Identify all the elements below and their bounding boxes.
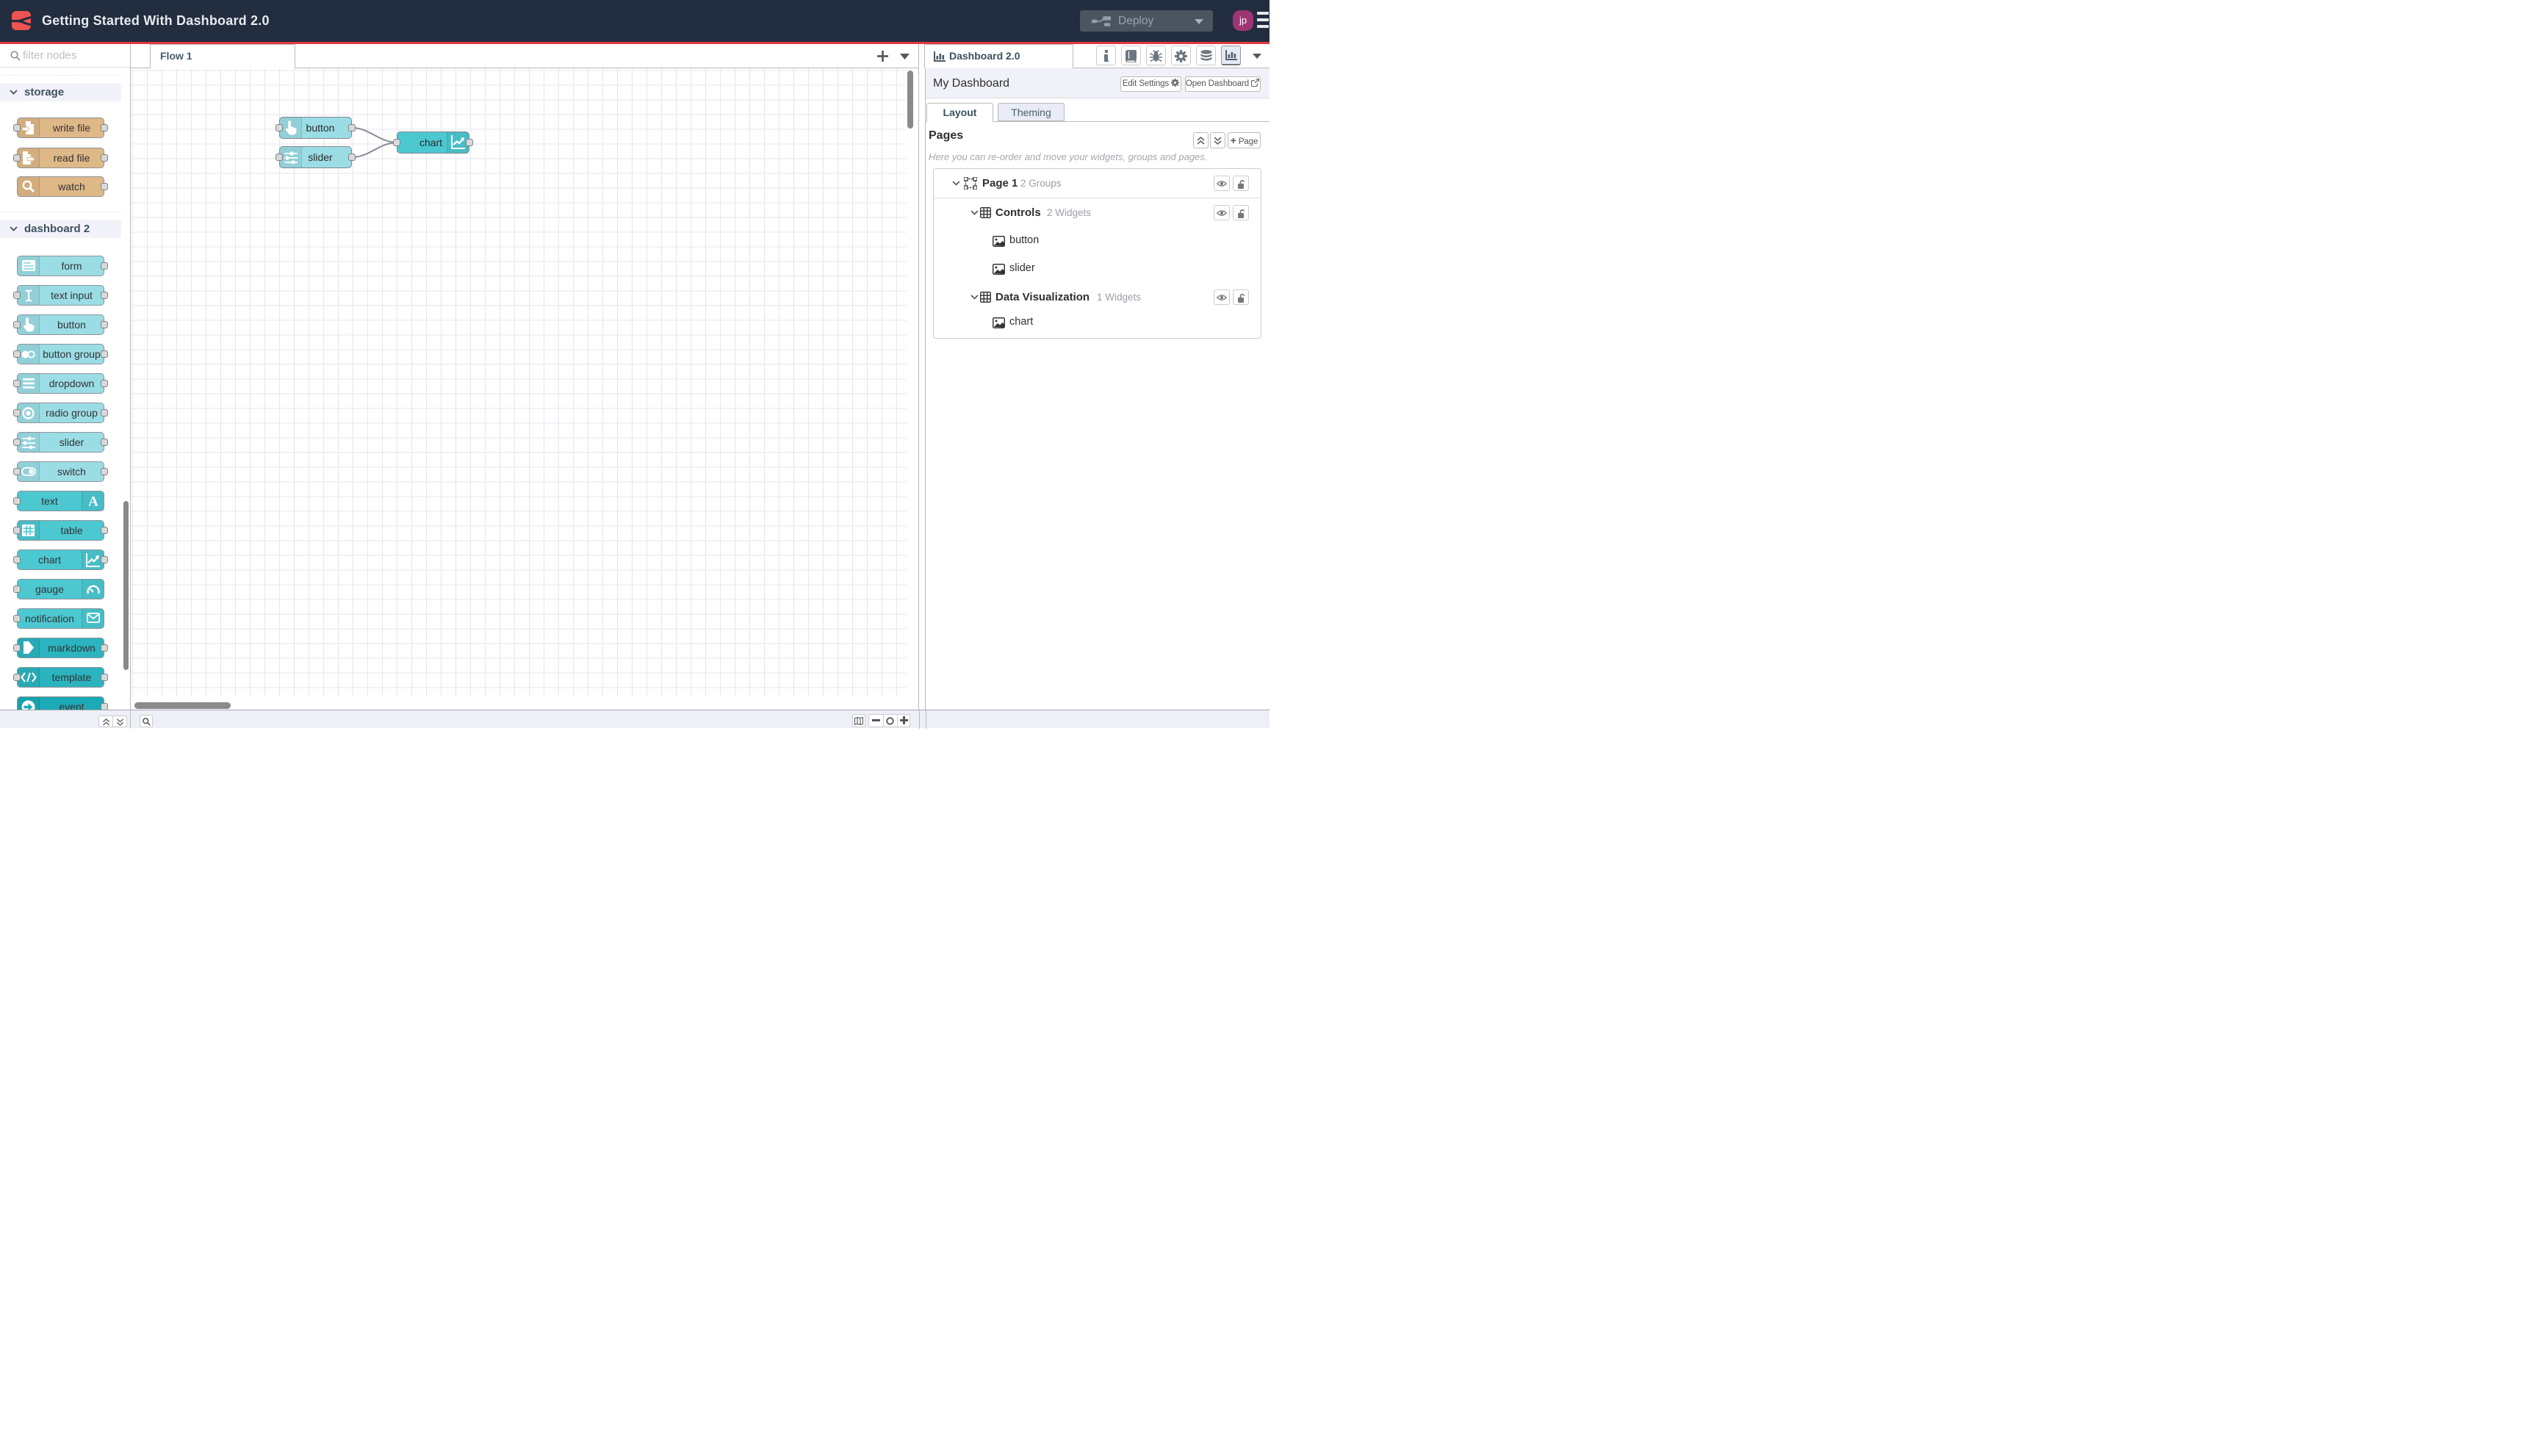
svg-text:A: A bbox=[88, 494, 98, 508]
